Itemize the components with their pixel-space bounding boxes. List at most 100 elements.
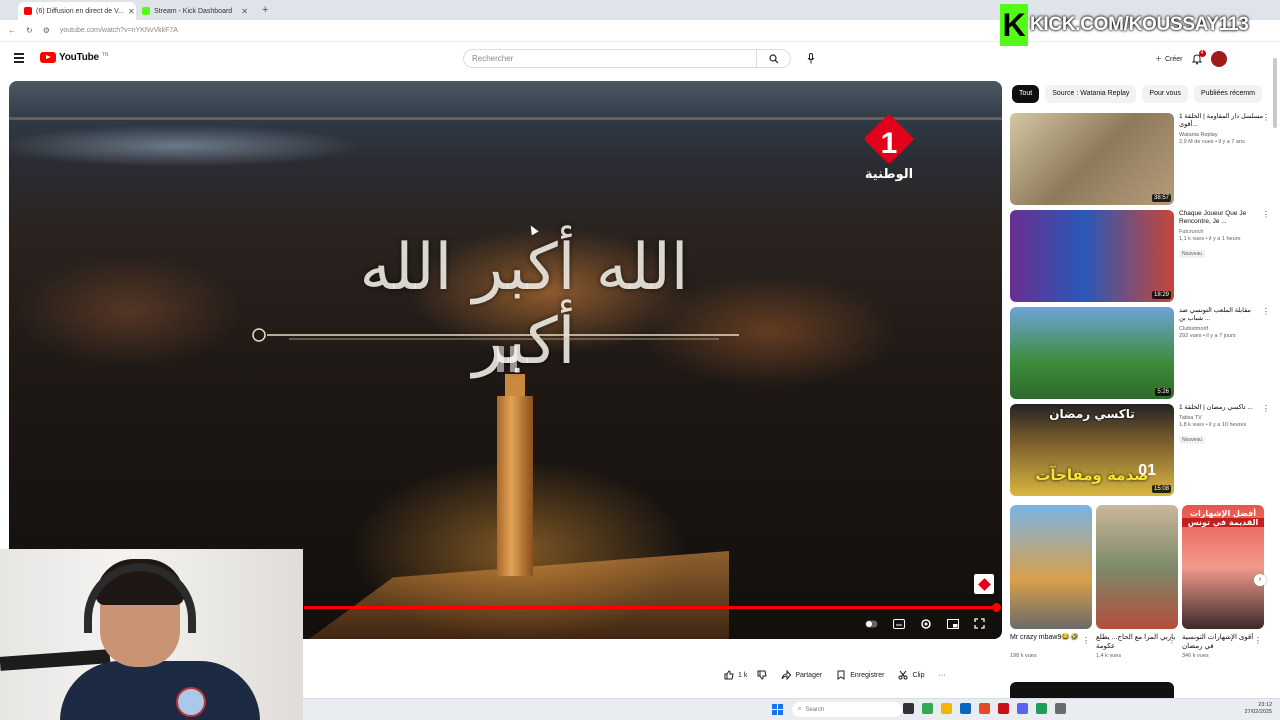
- reload-icon[interactable]: ↻: [26, 26, 33, 35]
- more-options-icon[interactable]: ⋮: [1254, 636, 1262, 645]
- progress-bar[interactable]: [304, 603, 1001, 612]
- short-item[interactable]: أفضل الإشهارات القديمة في تونس أقوى الإش…: [1182, 505, 1264, 659]
- chip-source[interactable]: Source : Watania Replay: [1045, 85, 1137, 103]
- video-thumbnail[interactable]: تاكسي رمضان صدمة ومفاجآت 01 15:08: [1010, 404, 1174, 496]
- list-item[interactable]: تاكسي رمضان صدمة ومفاجآت 01 15:08 تاكسي …: [1010, 404, 1270, 496]
- taskview-icon[interactable]: [903, 703, 914, 714]
- channel-watermark-icon[interactable]: [974, 574, 994, 594]
- back-icon[interactable]: ←: [8, 26, 16, 35]
- voice-search-icon[interactable]: [805, 52, 817, 65]
- new-badge: Nouveau: [1179, 250, 1206, 258]
- list-item[interactable]: 18:29 Chaque Joueur Que Je Rencontre, Je…: [1010, 210, 1270, 302]
- duration-badge: 5:26: [1155, 388, 1171, 396]
- site-info-icon[interactable]: ⚙: [43, 26, 50, 35]
- video-actions: 1 k Partager Enregistrer Clip ···: [724, 670, 946, 680]
- tab-close-icon[interactable]: ✕: [128, 7, 135, 16]
- channel-name[interactable]: Tatisa TV: [1179, 415, 1265, 421]
- more-options-icon[interactable]: ⋮: [1168, 636, 1176, 645]
- account-avatar[interactable]: [1210, 51, 1227, 67]
- like-button[interactable]: 1 k: [724, 670, 747, 680]
- video-title[interactable]: تاكسي رمضان | الحلقة 1 ...: [1179, 404, 1265, 412]
- short-thumbnail[interactable]: [1010, 505, 1092, 629]
- store-icon[interactable]: [960, 703, 971, 714]
- create-label: Créer: [1165, 55, 1183, 63]
- share-button[interactable]: Partager: [781, 670, 822, 680]
- windows-taskbar: ⌕ Search 23:12 27/02/2025: [303, 698, 1280, 720]
- short-item[interactable]: Mr crazy mbaw9😂🤣 198 k vues ⋮: [1010, 505, 1092, 659]
- list-item[interactable]: 5:26 مقابلة الملعب التونسي ضد شباب بن ..…: [1010, 307, 1270, 399]
- short-title[interactable]: Mr crazy mbaw9😂🤣: [1010, 633, 1092, 651]
- video-meta: 2,9 M de vues • il y a 7 ans: [1179, 139, 1245, 145]
- opera-icon[interactable]: [998, 703, 1009, 714]
- short-title[interactable]: باربي المرا مع الحاج... يطلع عكومة: [1096, 633, 1178, 651]
- tab-close-icon[interactable]: ✕: [241, 7, 248, 16]
- video-thumbnail[interactable]: 18:29: [1010, 210, 1174, 302]
- short-thumbnail[interactable]: أفضل الإشهارات القديمة في تونس: [1182, 505, 1264, 629]
- kick-stream-overlay: K KICK.COM/KOUSSAY113: [1000, 4, 1249, 46]
- new-tab-icon[interactable]: +: [262, 4, 268, 16]
- video-title[interactable]: Chaque Joueur Que Je Rencontre, Je ...: [1179, 210, 1265, 226]
- video-title[interactable]: مقابلة الملعب التونسي ضد شباب بن ...: [1179, 307, 1265, 323]
- video-title[interactable]: مسلسل دار المقاومة | الحلقة 1 أقوى...: [1179, 113, 1265, 129]
- channel-name[interactable]: Futcrunch: [1179, 229, 1265, 235]
- clip-button[interactable]: Clip: [898, 670, 925, 680]
- video-calligraphy: الله أكبر الله أكبر: [359, 231, 689, 379]
- chip-for-you[interactable]: Pour vous: [1142, 85, 1188, 103]
- discord-icon[interactable]: [1017, 703, 1028, 714]
- browser-tab-kick[interactable]: Stream - Kick Dashboard ✕: [136, 2, 254, 20]
- channel-name[interactable]: Clubistmorif: [1179, 326, 1265, 332]
- pause-icon[interactable]: [494, 346, 520, 374]
- shelf-next-chevron-icon[interactable]: ›: [1254, 574, 1266, 586]
- dislike-button[interactable]: [757, 670, 767, 680]
- autoplay-toggle-icon[interactable]: [865, 617, 878, 630]
- logo-region: TN: [101, 52, 109, 58]
- search-input[interactable]: Rechercher: [463, 49, 757, 68]
- chip-recent[interactable]: Publiées récemm: [1193, 85, 1263, 103]
- app-icon[interactable]: [1036, 703, 1047, 714]
- windows-start-icon[interactable]: [772, 704, 783, 715]
- firefox-icon[interactable]: [979, 703, 990, 714]
- list-item[interactable]: 38:57 مسلسل دار المقاومة | الحلقة 1 أقوى…: [1010, 113, 1270, 205]
- youtube-logo[interactable]: YouTube TN: [40, 52, 108, 63]
- browser-tab-youtube[interactable]: (6) Diffusion en direct de V... ✕: [18, 2, 136, 20]
- miniplayer-icon[interactable]: [946, 617, 959, 630]
- more-options-icon[interactable]: ⋮: [1262, 307, 1270, 316]
- taskbar-apps: [903, 703, 1066, 714]
- video-thumbnail[interactable]: 38:57: [1010, 113, 1174, 205]
- search-button[interactable]: [757, 49, 791, 68]
- next-video-thumbnail[interactable]: [1010, 682, 1174, 698]
- save-button[interactable]: Enregistrer: [836, 670, 884, 680]
- kick-logo: K: [1000, 4, 1028, 46]
- duration-badge: 38:57: [1151, 194, 1171, 202]
- taskbar-search[interactable]: ⌕ Search: [792, 702, 902, 717]
- settings-gear-icon[interactable]: [919, 617, 932, 630]
- chip-all[interactable]: Tout: [1012, 85, 1040, 103]
- more-options-icon[interactable]: ⋮: [1262, 210, 1270, 219]
- settings-icon[interactable]: [1055, 703, 1066, 714]
- channel-name[interactable]: Watania Replay: [1179, 132, 1265, 138]
- new-badge: Nouveau: [1179, 436, 1206, 444]
- page-scrollbar[interactable]: [1272, 48, 1278, 698]
- chrome-icon[interactable]: [922, 703, 933, 714]
- tab-title: Stream - Kick Dashboard: [154, 7, 233, 15]
- more-actions-icon[interactable]: ···: [939, 672, 946, 679]
- short-title[interactable]: أقوى الإشهارات التونسية في رمضان: [1182, 633, 1264, 651]
- share-icon: [781, 670, 792, 680]
- taskbar-clock[interactable]: 23:12 27/02/2025: [1244, 702, 1272, 716]
- calligraphy-ornament: [252, 328, 739, 342]
- short-thumbnail[interactable]: [1096, 505, 1178, 629]
- hamburger-menu-icon[interactable]: [14, 53, 24, 63]
- video-thumbnail[interactable]: 5:26: [1010, 307, 1174, 399]
- progress-scrubber[interactable]: [992, 603, 1001, 612]
- notifications-button[interactable]: 4: [1191, 50, 1206, 65]
- more-options-icon[interactable]: ⋮: [1262, 113, 1270, 122]
- fullscreen-icon[interactable]: [973, 617, 986, 630]
- clip-label: Clip: [912, 671, 925, 679]
- create-button[interactable]: ＋ Créer: [1155, 54, 1183, 64]
- more-options-icon[interactable]: ⋮: [1082, 636, 1090, 645]
- more-options-icon[interactable]: ⋮: [1262, 404, 1270, 413]
- url-field[interactable]: youtube.com/watch?v=nYKNvVkkF7A: [60, 27, 178, 34]
- short-item[interactable]: باربي المرا مع الحاج... يطلع عكومة 1,4 k…: [1096, 505, 1178, 659]
- file-explorer-icon[interactable]: [941, 703, 952, 714]
- subtitles-icon[interactable]: [892, 617, 905, 630]
